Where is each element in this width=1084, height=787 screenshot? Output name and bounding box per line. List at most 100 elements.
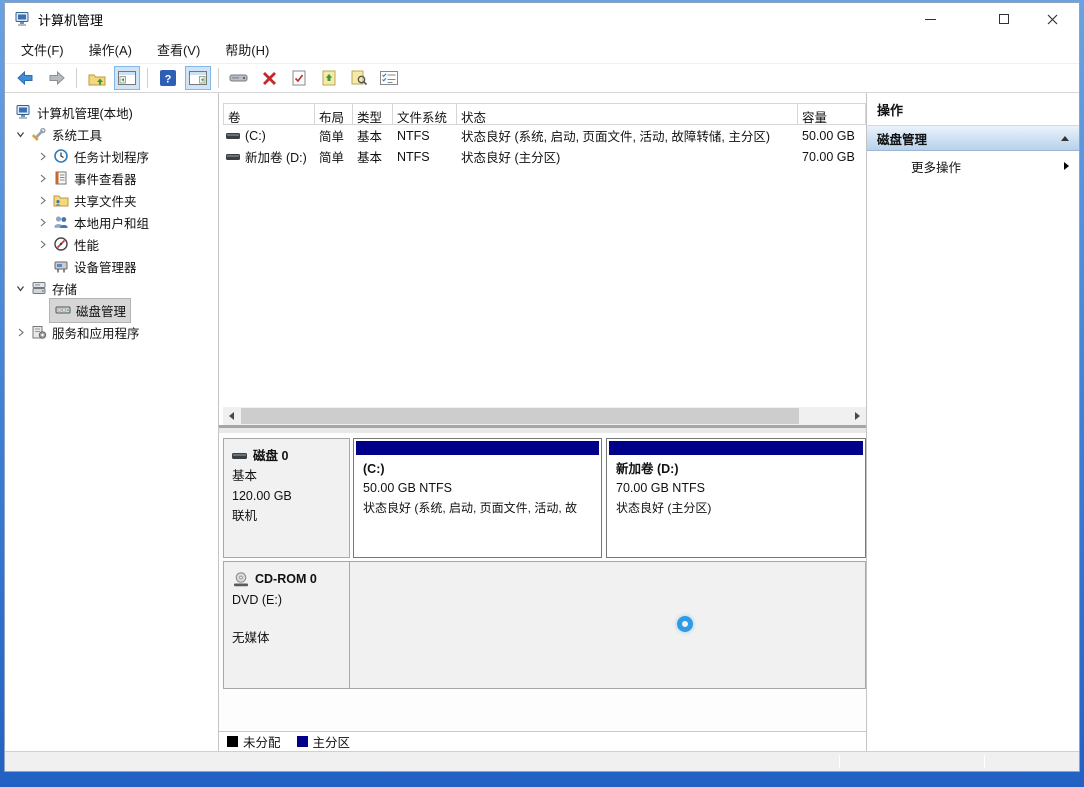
chevron-right-icon[interactable] (13, 328, 28, 337)
legend-unallocated: 未分配 (227, 732, 281, 751)
chevron-right-icon[interactable] (35, 174, 50, 183)
new-doc-button[interactable] (316, 66, 342, 90)
menu-help[interactable]: 帮助(H) (215, 36, 279, 63)
tree-item-task-scheduler[interactable]: 任务计划程序 (5, 145, 218, 167)
volume-icon (226, 131, 241, 141)
folder-up-button[interactable] (84, 66, 110, 90)
more-actions-item[interactable]: 更多操作 (867, 151, 1079, 181)
column-header-status[interactable]: 状态 (457, 103, 798, 125)
close-button[interactable] (1029, 3, 1075, 35)
find-doc-icon (351, 70, 368, 86)
tools-icon (30, 126, 47, 142)
chevron-down-icon[interactable] (13, 284, 28, 293)
status-bar (5, 751, 1079, 771)
table-row-volume-d[interactable]: 新加卷 (D:) 简单 基本 NTFS 状态良好 (主分区) 70.00 GB (223, 146, 866, 167)
show-console-tree-button[interactable] (114, 66, 140, 90)
help-button[interactable]: ? (155, 66, 181, 90)
toolbar-separator (147, 68, 148, 88)
scroll-right-button[interactable] (849, 407, 866, 425)
tree-item-device-manager[interactable]: 设备管理器 (5, 255, 218, 277)
menu-view[interactable]: 查看(V) (147, 36, 210, 63)
chevron-right-icon[interactable] (35, 196, 50, 205)
primary-partition-band (609, 441, 863, 455)
disk-management-section-header[interactable]: 磁盘管理 (867, 126, 1079, 151)
chevron-right-icon[interactable] (35, 218, 50, 227)
scroll-right-icon (855, 412, 860, 420)
title-bar[interactable]: 计算机管理 (5, 3, 1079, 35)
horizontal-scrollbar[interactable] (223, 407, 866, 425)
partition-c[interactable]: (C:) 50.00 GB NTFS 状态良好 (系统, 启动, 页面文件, 活… (353, 438, 602, 558)
tree-item-performance[interactable]: 性能 (5, 233, 218, 255)
disk-0-type: 基本 (232, 466, 341, 486)
checklist-button[interactable] (376, 66, 402, 90)
minimize-button[interactable] (907, 3, 953, 35)
toolbar-separator (76, 68, 77, 88)
chevron-right-icon[interactable] (35, 152, 50, 161)
properties-button[interactable] (286, 66, 312, 90)
forward-button[interactable] (43, 66, 69, 90)
chevron-down-icon[interactable] (13, 130, 28, 139)
partition-d-status: 状态良好 (主分区) (616, 499, 856, 518)
storage-icon (30, 280, 47, 296)
desktop-background: 计算机管理 文件(F) 操作(A) 查看(V) 帮助(H) (0, 0, 1084, 787)
back-button[interactable] (13, 66, 39, 90)
action-pane-icon (189, 71, 207, 85)
disk-0-capacity: 120.00 GB (232, 486, 341, 506)
checklist-icon (380, 71, 398, 85)
partition-d[interactable]: 新加卷 (D:) 70.00 GB NTFS 状态良好 (主分区) (606, 438, 866, 558)
tree-item-event-viewer[interactable]: 事件查看器 (5, 167, 218, 189)
back-icon (16, 70, 36, 86)
tree-item-system-tools[interactable]: 系统工具 (5, 123, 218, 145)
drive-button[interactable] (226, 66, 252, 90)
partition-c-title: (C:) (363, 460, 592, 479)
volume-icon (226, 152, 241, 162)
toolbar: ? (5, 63, 1079, 93)
maximize-button[interactable] (981, 3, 1027, 35)
cdrom-0-label[interactable]: CD-ROM 0 DVD (E:) 无媒体 (223, 561, 350, 689)
forward-icon (46, 70, 66, 86)
collapse-icon[interactable] (1061, 136, 1069, 141)
disk-0-label[interactable]: 磁盘 0 基本 120.00 GB 联机 (223, 438, 350, 558)
statusbar-separator (839, 755, 840, 768)
console-tree-panel: 计算机管理(本地) 系统工具 任务计划程序 事件查看器 (5, 93, 219, 751)
tree-item-computer-management[interactable]: 计算机管理(本地) (5, 101, 218, 123)
cdrom-0-media-area[interactable] (350, 561, 866, 689)
scrollbar-thumb[interactable] (241, 408, 799, 424)
column-header-layout[interactable]: 布局 (315, 103, 353, 125)
disk-0-row: 磁盘 0 基本 120.00 GB 联机 (C:) 50.00 (223, 438, 866, 558)
column-header-volume[interactable]: 卷 (223, 103, 315, 125)
column-header-capacity[interactable]: 容量 (798, 103, 866, 125)
column-header-type[interactable]: 类型 (353, 103, 393, 125)
services-icon (30, 324, 47, 340)
tree-item-local-users-groups[interactable]: 本地用户和组 (5, 211, 218, 233)
task-scheduler-icon (52, 148, 69, 164)
pane-splitter[interactable] (219, 425, 866, 433)
table-row-volume-c[interactable]: (C:) 简单 基本 NTFS 状态良好 (系统, 启动, 页面文件, 活动, … (223, 125, 866, 146)
tree-item-services-applications[interactable]: 服务和应用程序 (5, 321, 218, 343)
scroll-left-button[interactable] (223, 407, 240, 425)
help-icon: ? (160, 70, 176, 86)
statusbar-separator (984, 755, 985, 768)
actions-pane: 操作 磁盘管理 更多操作 (866, 93, 1079, 751)
tree-item-disk-management[interactable]: 磁盘管理 (5, 299, 218, 321)
disk-0-status: 联机 (232, 506, 341, 526)
menu-bar: 文件(F) 操作(A) 查看(V) 帮助(H) (5, 35, 1079, 63)
cdrom-0-drive: DVD (E:) (232, 590, 341, 611)
local-users-icon (52, 214, 69, 230)
menu-file[interactable]: 文件(F) (11, 36, 74, 63)
chevron-right-icon[interactable] (35, 240, 50, 249)
column-header-filesystem[interactable]: 文件系统 (393, 103, 457, 125)
svg-text:?: ? (165, 74, 172, 86)
selected-highlight: 磁盘管理 (50, 299, 130, 322)
disk-management-icon (54, 302, 71, 318)
find-doc-button[interactable] (346, 66, 372, 90)
tree-item-shared-folders[interactable]: 共享文件夹 (5, 189, 218, 211)
primary-partition-swatch (297, 736, 308, 747)
tree-item-storage[interactable]: 存储 (5, 277, 218, 299)
show-action-pane-button[interactable] (185, 66, 211, 90)
menu-action[interactable]: 操作(A) (79, 36, 142, 63)
window-title: 计算机管理 (38, 10, 103, 29)
submenu-arrow-icon (1064, 162, 1069, 170)
properties-icon (292, 70, 306, 86)
delete-button[interactable] (256, 66, 282, 90)
